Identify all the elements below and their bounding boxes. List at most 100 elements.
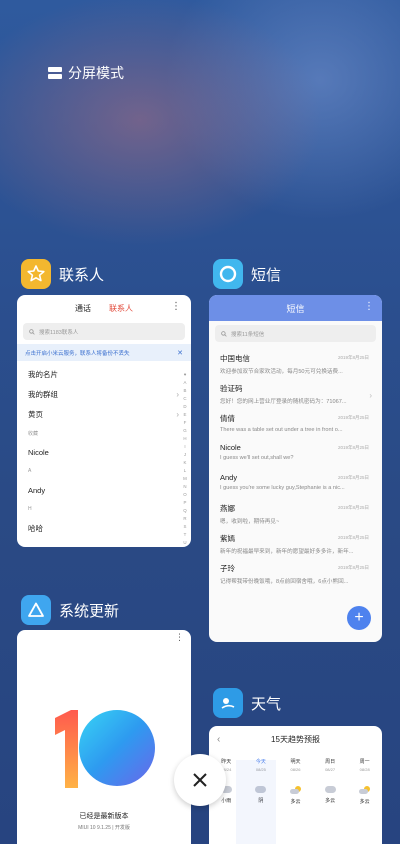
sms-title: 短信: [286, 303, 305, 314]
alphabet-letter[interactable]: C: [182, 395, 188, 403]
today-highlight: [236, 760, 276, 844]
alphabet-letter[interactable]: J: [182, 451, 188, 459]
alphabet-letter[interactable]: Q: [182, 507, 188, 515]
updater-app-header[interactable]: 系统更新: [21, 595, 119, 625]
tab-calls[interactable]: 通话: [75, 303, 91, 314]
close-icon[interactable]: ✕: [177, 349, 183, 357]
message-item[interactable]: 倩倩 2019年8月25日 There was a table set out un…: [209, 409, 382, 439]
condition-label: 多云: [290, 799, 301, 805]
close-icon: [193, 773, 207, 787]
weather-app-header[interactable]: 天气: [213, 688, 281, 718]
contacts-app-header[interactable]: 联系人: [21, 259, 104, 289]
alphabet-letter[interactable]: P: [182, 499, 188, 507]
split-screen-icon: [48, 66, 62, 80]
alphabet-letter[interactable]: K: [182, 459, 188, 467]
message-item[interactable]: 子玲 2019年8月25日 记得帮我带份晚饭哦，8点前回宿舍哦，6点小熊回...: [209, 559, 382, 589]
plus-icon: +: [354, 609, 364, 626]
message-item[interactable]: Nicole 2019年8月25日 I guess we'll set out,sh…: [209, 439, 382, 469]
alphabet-letter[interactable]: B: [182, 387, 188, 395]
chevron-right-icon: ›: [369, 391, 372, 400]
clear-all-button[interactable]: [174, 754, 226, 806]
alphabet-letter[interactable]: D: [182, 403, 188, 411]
sms-app-name: 短信: [251, 266, 282, 284]
forecast-condition: 多云: [278, 786, 313, 805]
more-icon[interactable]: ⋮: [175, 632, 184, 643]
split-screen-label: 分屏模式: [68, 65, 124, 81]
forecast-day[interactable]: 周日 08/27: [313, 758, 348, 772]
more-icon[interactable]: ⋮: [364, 301, 374, 312]
message-preview: 欢迎参加双节合家欢活动，每月50元可兑换话费...: [220, 369, 343, 375]
alphabet-letter[interactable]: M: [182, 475, 188, 483]
list-item[interactable]: 黄页 ›: [17, 404, 191, 424]
sms-app-header[interactable]: 短信: [213, 259, 281, 289]
list-item[interactable]: 我的名片: [17, 364, 191, 384]
message-time: 2019年8月25日: [337, 565, 369, 570]
alphabet-letter[interactable]: ♥: [182, 371, 188, 379]
chevron-right-icon: ›: [176, 389, 179, 399]
section-header: A: [28, 468, 32, 474]
alphabet-index[interactable]: ♥ABCDEFGHIJKLMNOPQRSTUVWXYZ#: [182, 371, 188, 547]
updater-app-name: 系统更新: [59, 602, 120, 620]
message-preview: 新年的祝福最早来到，新年的愿望最好多多许，新年...: [220, 549, 354, 555]
forecast-condition: 多云: [347, 786, 382, 805]
alphabet-letter[interactable]: H: [182, 435, 188, 443]
alphabet-letter[interactable]: I: [182, 443, 188, 451]
day-date: 08/27: [325, 767, 336, 772]
alphabet-letter[interactable]: S: [182, 523, 188, 531]
day-date: 08/28: [359, 767, 370, 772]
alphabet-letter[interactable]: F: [182, 419, 188, 427]
message-time: 2019年8月25日: [337, 355, 369, 360]
alphabet-letter[interactable]: T: [182, 531, 188, 539]
list-item[interactable]: Nicole: [17, 442, 191, 462]
contacts-tabbar: 通话 联系人 ⋮: [17, 295, 191, 321]
search-placeholder: 搜索11条短信: [231, 331, 265, 338]
list-item[interactable]: 哈哈: [17, 518, 191, 538]
weather-app-card[interactable]: ‹ 15天趋势预报 昨天 08/24 今天 08/25 明天 08/26 周日 08/27 周一…: [209, 726, 382, 844]
message-item[interactable]: Andy 2019年8月25日 I guess you're some lucky …: [209, 469, 382, 499]
tab-contacts[interactable]: 联系人: [109, 303, 133, 314]
back-icon[interactable]: ‹: [217, 734, 220, 745]
alphabet-letter[interactable]: A: [182, 379, 188, 387]
new-message-button[interactable]: +: [347, 606, 371, 630]
forecast-days: 昨天 08/24 今天 08/25 明天 08/26 周日 08/27 周一 08/28: [209, 758, 382, 772]
sms-search-input[interactable]: 搜索11条短信: [215, 325, 376, 342]
updater-app-card[interactable]: ⋮ 已经是最新版本 MIUI 10 9.1.25 | 开发版: [17, 630, 191, 844]
message-preview: 嗯，收到啦，期待再见~: [220, 519, 280, 525]
message-item[interactable]: 燕娜 2019年8月25日 嗯，收到啦，期待再见~: [209, 499, 382, 529]
miui-10-logo: [55, 710, 155, 788]
updater-app-icon: [21, 595, 51, 625]
day-label: 明天: [290, 759, 301, 765]
contacts-app-name: 联系人: [59, 266, 105, 284]
forecast-day[interactable]: 明天 08/26: [278, 758, 313, 772]
partly-cloudy-icon: [289, 786, 301, 794]
alphabet-letter[interactable]: O: [182, 491, 188, 499]
alphabet-letter[interactable]: E: [182, 411, 188, 419]
message-item[interactable]: 验证码 您好！您的网上营业厅登录的随机密码为：71067... ›: [209, 379, 382, 409]
day-date: 08/26: [290, 767, 301, 772]
chevron-right-icon: ›: [176, 409, 179, 419]
alphabet-letter[interactable]: N: [182, 483, 188, 491]
list-item[interactable]: Andy: [17, 480, 191, 500]
sms-app-card[interactable]: 短信 ⋮ 搜索11条短信 中国电信 2019年8月25日 欢迎参加双节合家欢活动，每…: [209, 295, 382, 642]
message-item[interactable]: 紫嫣 2019年8月25日 新年的祝福最早来到，新年的愿望最好多多许，新年...: [209, 529, 382, 559]
forecast-day[interactable]: 周一 08/28: [347, 758, 382, 772]
message-sender: 验证码: [220, 384, 243, 393]
forecast-conditions: 小雨阴多云 多云 多云: [209, 786, 382, 805]
contacts-search-input[interactable]: 搜索1183联系人: [23, 323, 185, 340]
version-text: MIUI 10 9.1.25 | 开发版: [78, 825, 130, 831]
more-icon[interactable]: ⋮: [171, 301, 181, 312]
message-preview: I guess you're some lucky guy,Stephanie …: [220, 485, 345, 491]
message-time: 2019年8月25日: [337, 535, 369, 540]
search-icon: [29, 328, 35, 335]
contacts-app-card[interactable]: 通话 联系人 ⋮ 搜索1183联系人 点击开启小米云服务，联系人将备份不丢失 ✕…: [17, 295, 191, 547]
contacts-app-icon: [21, 259, 51, 289]
alphabet-letter[interactable]: R: [182, 515, 188, 523]
alphabet-letter[interactable]: U: [182, 539, 188, 547]
split-screen-button[interactable]: 分屏模式: [48, 63, 124, 83]
message-item[interactable]: 中国电信 2019年8月25日 欢迎参加双节合家欢活动，每月50元可兑换话费...: [209, 349, 382, 379]
alphabet-letter[interactable]: G: [182, 427, 188, 435]
alphabet-letter[interactable]: L: [182, 467, 188, 475]
day-label: 周一: [359, 759, 370, 765]
cloud-backup-banner[interactable]: 点击开启小米云服务，联系人将备份不丢失 ✕: [17, 344, 191, 361]
list-item[interactable]: 我的群组 ›: [17, 384, 191, 404]
